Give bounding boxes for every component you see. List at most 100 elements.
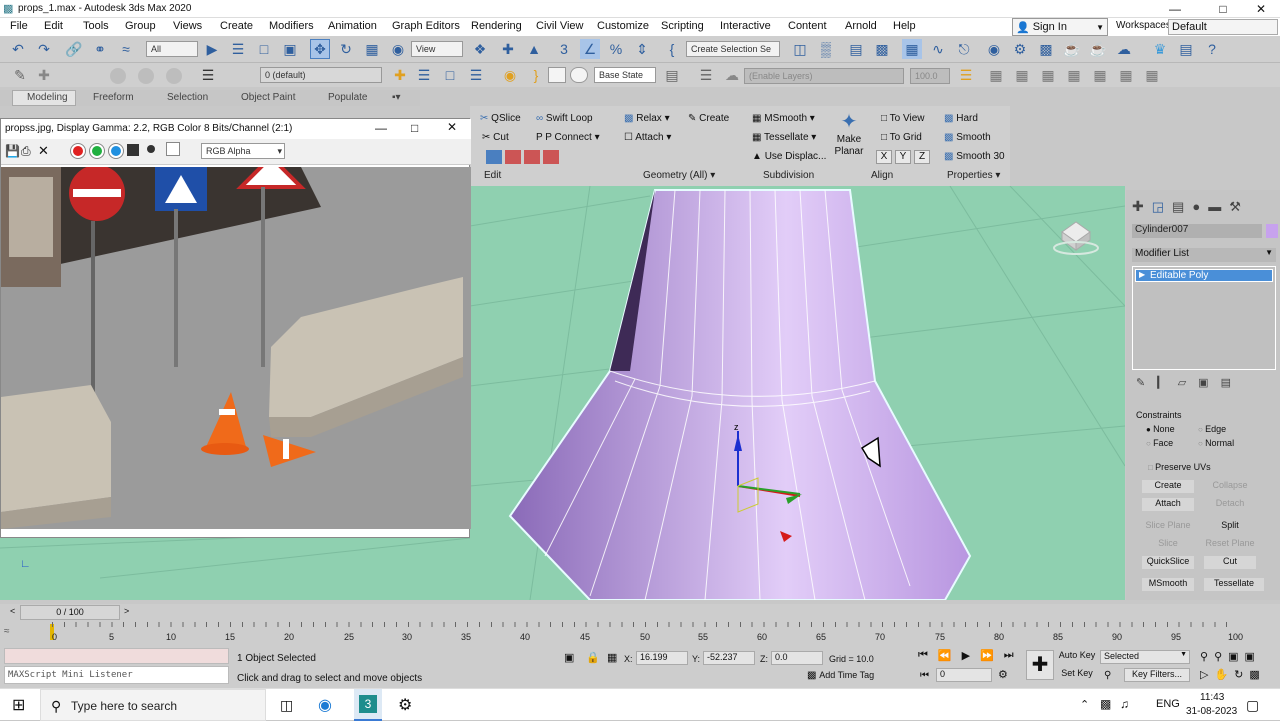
print-icon[interactable]: ⎙ bbox=[21, 144, 31, 159]
create-layer-icon[interactable]: ✚ bbox=[390, 65, 410, 85]
rendered-frame-window[interactable]: propss.jpg, Display Gamma: 2.2, RGB Colo… bbox=[0, 118, 471, 538]
menu-arnold[interactable]: Arnold bbox=[845, 20, 877, 32]
render-maximize-icon[interactable]: □ bbox=[411, 121, 418, 135]
show-end-result-icon[interactable]: ▎ bbox=[1157, 376, 1165, 389]
key-mode-toggle-icon[interactable]: ⏮ bbox=[920, 670, 929, 681]
cloud-icon[interactable]: ☁ bbox=[722, 65, 742, 85]
properties-group-title[interactable]: Properties ▾ bbox=[947, 170, 1000, 181]
save-image-icon[interactable]: 💾 bbox=[5, 144, 20, 158]
material-editor-icon[interactable]: ◉ bbox=[984, 39, 1004, 59]
schematic-view-icon[interactable]: ⎋ bbox=[954, 39, 974, 59]
ribbon-options-icon[interactable]: ▪▾ bbox=[392, 92, 401, 103]
next-frame-icon[interactable]: ⏩ bbox=[980, 649, 994, 662]
cube-red-icon-2[interactable] bbox=[524, 150, 540, 164]
channel-dropdown[interactable]: RGB Alpha ▾ bbox=[201, 143, 285, 159]
tab-freeform[interactable]: Freeform bbox=[93, 92, 134, 103]
tab-object-paint[interactable]: Object Paint bbox=[241, 92, 295, 103]
workspace-dropdown[interactable]: Default bbox=[1168, 19, 1278, 35]
freeze-icon[interactable] bbox=[138, 68, 154, 84]
constraint-none-radio[interactable]: ● None bbox=[1146, 424, 1175, 434]
menu-modifiers[interactable]: Modifiers bbox=[269, 20, 314, 32]
menu-help[interactable]: Help bbox=[893, 20, 916, 32]
maxscript-listener[interactable]: MAXScript Mini Listener bbox=[4, 666, 229, 684]
red-channel-icon[interactable] bbox=[70, 143, 86, 159]
go-to-end-icon[interactable]: ⏭ bbox=[1004, 649, 1014, 662]
relax-button[interactable]: ▩ Relax ▾ bbox=[624, 113, 670, 124]
time-slider[interactable]: 0 / 100 bbox=[20, 605, 120, 620]
reset-plane-button[interactable]: Reset Plane bbox=[1204, 538, 1256, 551]
cube-icon-4[interactable]: ▦ bbox=[1064, 65, 1084, 85]
select-manipulate-icon[interactable]: ✚ bbox=[498, 39, 518, 59]
state-set-icon[interactable] bbox=[548, 67, 566, 83]
constraint-normal-radio[interactable]: ○ Normal bbox=[1198, 438, 1234, 448]
bracket-icon[interactable]: } bbox=[526, 65, 546, 85]
zoom-all-icon[interactable]: ⚲ bbox=[1214, 650, 1222, 663]
layer-manager-icon[interactable]: ☰ bbox=[198, 65, 218, 85]
modify-tab-icon[interactable]: ◲ bbox=[1152, 199, 1164, 215]
redo-icon[interactable]: ↷ bbox=[34, 39, 54, 59]
menu-scripting[interactable]: Scripting bbox=[661, 20, 704, 32]
select-and-scale-icon[interactable]: ▦ bbox=[362, 39, 382, 59]
set-key-icon[interactable]: ✚ bbox=[1026, 650, 1054, 680]
slice-button[interactable]: Slice bbox=[1142, 538, 1194, 551]
attach-button[interactable]: Attach bbox=[1142, 498, 1194, 511]
set-key-button[interactable]: Set Key bbox=[1058, 668, 1096, 682]
scene-explorer-icon[interactable]: ▤ bbox=[846, 39, 866, 59]
cube-icon-5[interactable]: ▦ bbox=[1090, 65, 1110, 85]
utilities-tab-icon[interactable]: ⚒ bbox=[1229, 199, 1241, 215]
z-coordinate-field[interactable]: 0.0 bbox=[771, 651, 823, 665]
object-name-field[interactable]: Cylinder007 bbox=[1132, 224, 1262, 238]
stack-layers-icon[interactable]: ☰ bbox=[956, 65, 976, 85]
key-filters-button[interactable]: Key Filters... bbox=[1124, 668, 1190, 682]
unlink-icon[interactable]: ⚭ bbox=[90, 39, 110, 59]
render-close-icon[interactable]: ✕ bbox=[447, 120, 457, 134]
task-view-icon[interactable]: ◫ bbox=[280, 697, 293, 714]
maximize-viewport-icon[interactable]: ▩ bbox=[1249, 668, 1259, 681]
mirror-icon[interactable]: ◫ bbox=[790, 39, 810, 59]
isolate-icon[interactable] bbox=[110, 68, 126, 84]
quickslice-button[interactable]: QuickSlice bbox=[1142, 556, 1194, 569]
msmooth-button[interactable]: ▦ MSmooth ▾ bbox=[752, 113, 815, 124]
cut-button[interactable]: Cut bbox=[1204, 556, 1256, 569]
add-to-layer-icon[interactable]: ☰ bbox=[414, 65, 434, 85]
go-to-start-icon[interactable]: ⏮ bbox=[918, 649, 928, 662]
attach-button[interactable]: ☐ Attach ▾ bbox=[624, 132, 671, 143]
modifier-list-dropdown[interactable]: Modifier List ▼ bbox=[1132, 248, 1276, 262]
align-icon[interactable]: ▒ bbox=[816, 39, 836, 59]
pan-icon[interactable]: ✋ bbox=[1214, 668, 1228, 681]
render-setup-icon[interactable]: ⚙ bbox=[1010, 39, 1030, 59]
menu-rendering[interactable]: Rendering bbox=[471, 20, 522, 32]
notifications-icon[interactable]: ▢ bbox=[1246, 697, 1259, 714]
motion-tab-icon[interactable]: ● bbox=[1192, 199, 1200, 214]
qslice-button[interactable]: ✂ QSlice bbox=[480, 113, 521, 124]
menu-edit[interactable]: Edit bbox=[44, 20, 63, 32]
cube-icon-3[interactable]: ▦ bbox=[1038, 65, 1058, 85]
volume-icon[interactable]: ♫ bbox=[1120, 697, 1129, 711]
menu-graph-editors[interactable]: Graph Editors bbox=[392, 20, 460, 32]
split-checkbox[interactable]: Split bbox=[1204, 520, 1256, 533]
viewport-left-strip[interactable]: ∟ bbox=[0, 527, 471, 600]
minimize-icon[interactable]: — bbox=[1160, 1, 1190, 17]
maxscript-listener-top[interactable] bbox=[4, 648, 229, 664]
alpha-channel-icon[interactable] bbox=[147, 145, 155, 153]
help-icon[interactable]: ? bbox=[1202, 39, 1222, 59]
edit-named-selection-icon[interactable]: { bbox=[662, 39, 682, 59]
clock-time[interactable]: 11:43 bbox=[1200, 692, 1224, 703]
timeline-ruler[interactable]: ≈ 0 5 10 15 20 25 30 35 40 45 50 55 60 6… bbox=[0, 622, 1280, 644]
rendered-frame-window-icon[interactable]: ▩ bbox=[1036, 39, 1056, 59]
menu-views[interactable]: Views bbox=[173, 20, 202, 32]
clock-date[interactable]: 31-08-2023 bbox=[1186, 706, 1237, 717]
cube-icon-7[interactable]: ▦ bbox=[1142, 65, 1162, 85]
taskbar-search-box[interactable]: ⚲ Type here to search bbox=[40, 689, 266, 721]
hide-icon[interactable] bbox=[166, 68, 182, 84]
constraint-face-radio[interactable]: ○ Face bbox=[1146, 438, 1173, 448]
selection-filter-dropdown[interactable]: All bbox=[146, 41, 198, 57]
named-selection-set-dropdown[interactable]: Create Selection Se bbox=[686, 41, 780, 57]
make-planar-button[interactable]: ✦ Make Planar bbox=[832, 110, 866, 166]
collapse-button[interactable]: Collapse bbox=[1204, 480, 1256, 493]
clear-icon[interactable]: ✕ bbox=[38, 143, 49, 159]
menu-file[interactable]: File bbox=[10, 20, 28, 32]
smooth30-button[interactable]: ▩ Smooth 30 bbox=[944, 151, 1005, 162]
select-by-name-icon[interactable]: ☰ bbox=[228, 39, 248, 59]
hard-button[interactable]: ▩ Hard bbox=[944, 113, 978, 124]
